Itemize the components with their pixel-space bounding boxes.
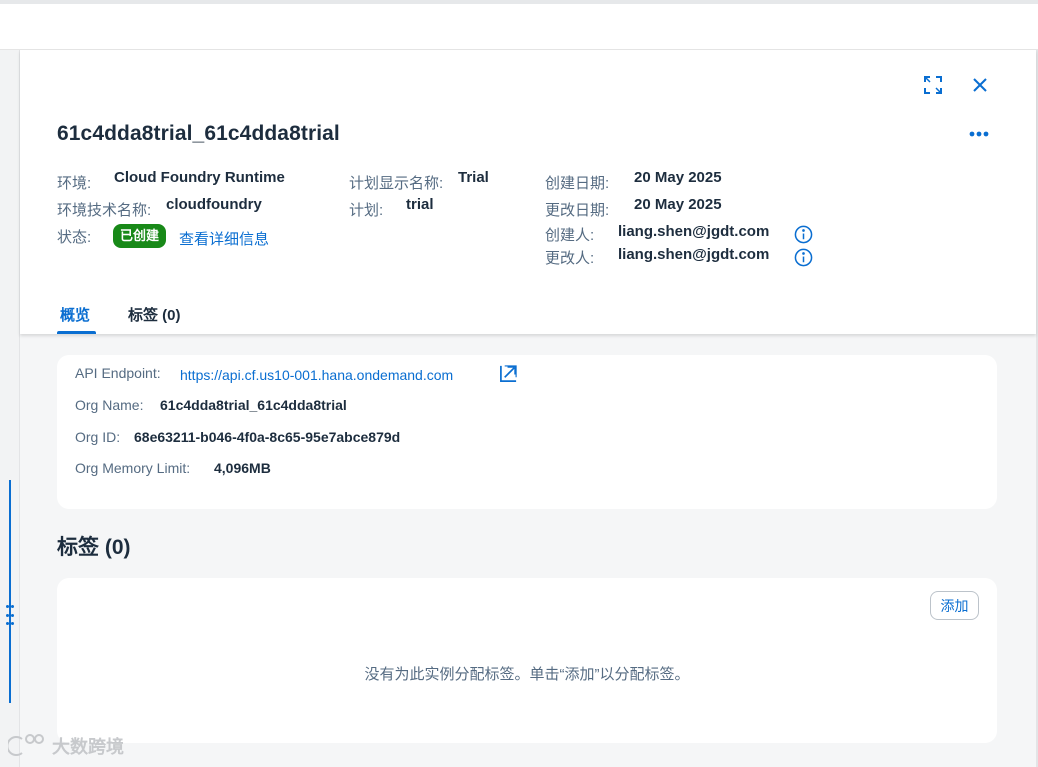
empty-labels-message: 没有为此实例分配标签。单击“添加”以分配标签。 [364,666,690,683]
add-label-button[interactable]: 添加 [930,591,979,620]
env-tech-name-label: 环境技术名称: [57,202,152,219]
close-icon[interactable] [967,72,993,98]
created-date-value: 20 May 2025 [634,169,722,186]
environment-value: Cloud Foundry Runtime [114,169,285,186]
fullscreen-icon[interactable] [920,72,946,98]
plan-label: 计划: [349,202,384,219]
org-memory-limit-label: Org Memory Limit: [75,460,191,476]
status-badge: 已创建 [113,224,167,248]
tab-overview[interactable]: 概览 [60,304,90,325]
watermark-text: 大数跨境 [52,737,124,757]
info-icon[interactable] [793,247,813,267]
labels-card [57,578,997,743]
org-id-value: 68e63211-b046-4f0a-8c65-95e7abce879d [134,429,401,445]
plan-value: trial [406,196,434,213]
status-label: 状态: [57,229,92,246]
view-details-link[interactable]: 查看详细信息 [179,228,269,249]
org-id-label: Org ID: [75,429,121,445]
created-by-value: liang.shen@jgdt.com [618,223,770,240]
created-date-label: 创建日期: [545,175,610,192]
tab-active-indicator [57,331,96,334]
more-icon[interactable] [966,122,992,146]
api-endpoint-label: API Endpoint: [75,365,161,381]
overview-card: API Endpoint: https://api.cf.us10-001.ha… [57,355,997,509]
page-title: 61c4dda8trial_61c4dda8trial [57,122,340,145]
created-by-label: 创建人: [545,227,595,244]
info-icon[interactable] [793,224,813,244]
plan-display-name-label: 计划显示名称: [349,175,444,192]
watermark-logo-icon [8,734,44,756]
org-name-label: Org Name: [75,397,144,413]
env-tech-name-value: cloudfoundry [166,196,262,213]
splitter-line-bottom [9,583,11,703]
splitter-line-top [9,480,11,598]
changed-by-value: liang.shen@jgdt.com [618,246,770,263]
labels-section-title: 标签 (0) [57,536,131,559]
changed-by-label: 更改人: [545,250,595,267]
org-memory-limit-value: 4,096MB [214,460,271,476]
changed-date-label: 更改日期: [545,202,610,219]
top-bar [0,0,1038,50]
object-page-header: 61c4dda8trial_61c4dda8trial 环境: Cloud Fo… [20,50,1036,334]
left-splitter-gutter [0,50,20,767]
org-name-value: 61c4dda8trial_61c4dda8trial [160,397,347,413]
environment-label: 环境: [57,175,92,192]
plan-display-name-value: Trial [458,169,489,186]
api-endpoint-link[interactable]: https://api.cf.us10-001.hana.ondemand.co… [180,367,453,383]
external-link-icon[interactable] [497,362,519,384]
changed-date-value: 20 May 2025 [634,196,722,213]
tab-labels[interactable]: 标签 (0) [128,304,181,325]
watermark: 大数跨境 [8,733,124,759]
